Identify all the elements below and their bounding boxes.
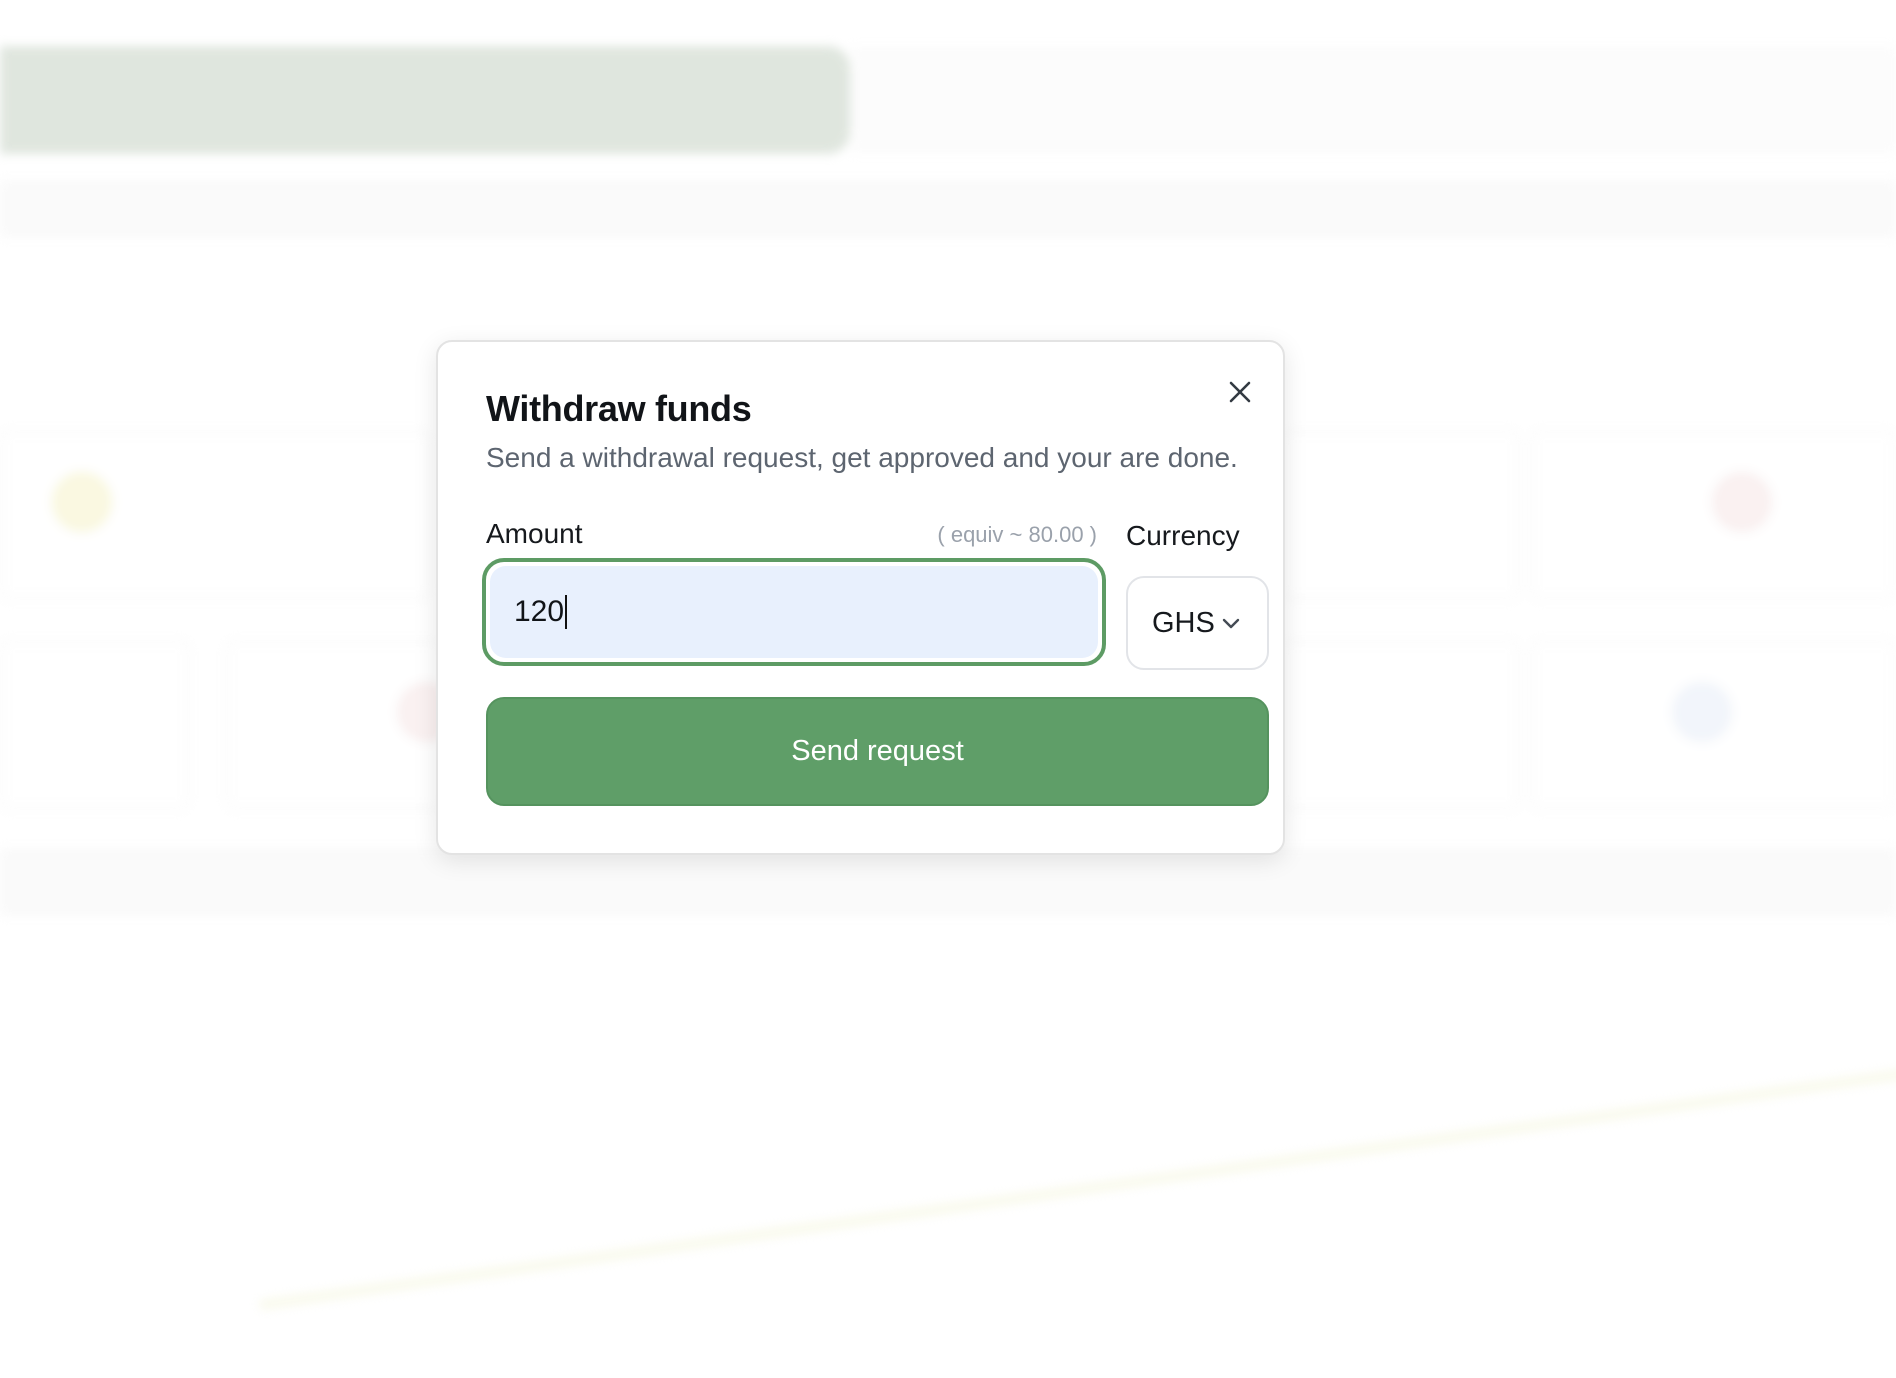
- amount-label: Amount: [486, 518, 583, 549]
- background-tab-active: [0, 46, 850, 154]
- background-strip: [0, 180, 1896, 238]
- amount-input-value: 120: [514, 595, 565, 628]
- background-chart-line: [259, 1063, 1896, 1310]
- text-caret: [565, 595, 568, 629]
- withdraw-funds-dialog: Withdraw funds Send a withdrawal request…: [436, 340, 1285, 855]
- background-card: [0, 430, 430, 600]
- background-strip: [0, 848, 1896, 916]
- background-card: [1530, 430, 1896, 600]
- background-card: [0, 640, 190, 810]
- dialog-subtitle: Send a withdrawal request, get approved …: [486, 442, 1238, 473]
- background-card-icon: [1712, 472, 1772, 532]
- background-card-icon: [1672, 682, 1732, 742]
- background-card: [1280, 430, 1520, 600]
- currency-selected-value: GHS: [1152, 606, 1215, 639]
- close-button[interactable]: [1220, 372, 1260, 412]
- send-request-button[interactable]: Send request: [486, 697, 1269, 806]
- background-card: [225, 640, 457, 810]
- currency-label: Currency: [1126, 520, 1240, 551]
- background-card: [1530, 640, 1896, 810]
- background-card-icon: [52, 472, 112, 532]
- amount-input[interactable]: 120: [482, 558, 1106, 666]
- chevron-down-icon: [1221, 616, 1241, 630]
- currency-select[interactable]: GHS: [1126, 576, 1269, 670]
- equivalent-amount-note: ( equiv ~ 80.00 ): [937, 522, 1097, 547]
- close-icon: [1229, 381, 1251, 403]
- amount-input-field[interactable]: 120: [490, 566, 1098, 658]
- background-tabs: [0, 46, 1896, 154]
- dialog-title: Withdraw funds: [486, 388, 752, 429]
- background-tab: [850, 46, 1896, 154]
- background-card: [1280, 640, 1520, 810]
